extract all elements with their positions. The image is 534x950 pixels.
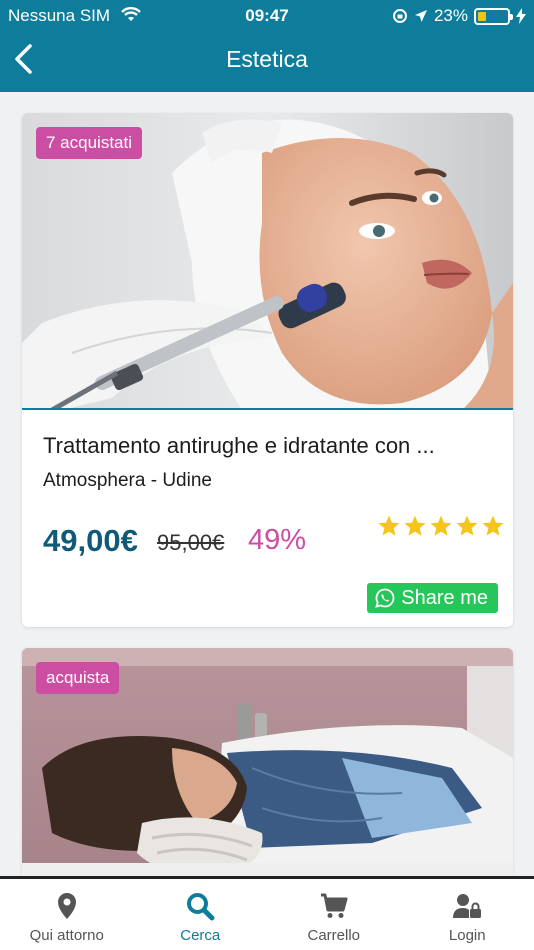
share-label: Share me [401,586,488,609]
bottom-tab-bar: Qui attorno Cerca Carrello Login [0,876,534,950]
star-icon [482,515,504,536]
cart-icon [320,893,348,918]
status-bar: Nessuna SIM 09:47 23% [0,4,534,28]
tab-login[interactable]: Login [401,879,534,950]
star-icon [378,515,400,536]
whatsapp-icon [375,588,395,608]
orientation-lock-icon [392,9,407,23]
deal-image[interactable]: acquista [22,648,513,888]
tab-qui-attorno[interactable]: Qui attorno [0,879,134,950]
deal-merchant: Atmosphera - Udine [43,470,212,491]
tab-carrello[interactable]: Carrello [267,879,401,950]
tab-label: Cerca [180,927,221,944]
deal-old-price: 95,00€ [157,530,225,555]
deal-card[interactable]: 7 acquistati Trattamento antirughe e idr… [22,113,513,627]
user-lock-icon [453,894,482,918]
purchased-count-badge: 7 acquistati [36,127,142,159]
deal-image[interactable]: 7 acquistati [22,113,513,410]
deal-discount: 49% [248,524,307,556]
rating-stars [377,514,505,538]
search-icon [187,893,215,921]
star-icon [404,515,426,536]
buy-badge: acquista [36,662,120,694]
battery-icon [474,7,513,25]
deal-price: 49,00€ [43,523,138,558]
deal-title[interactable]: Trattamento antirughe e idratante con ..… [43,433,435,459]
tab-label: Carrello [307,927,360,944]
tab-label: Login [448,927,486,944]
star-icon [456,515,478,536]
tab-label: Qui attorno [29,927,104,944]
app-header: Nessuna SIM 09:47 23% Estetica [0,0,534,92]
share-whatsapp-button[interactable]: Share me [367,583,498,613]
deal-card[interactable]: acquista [22,648,513,888]
star-icon [430,515,452,536]
tab-cerca[interactable]: Cerca [134,879,268,950]
battery-percent: 23% [433,6,468,25]
location-arrow-icon [414,10,427,22]
charging-bolt-icon [516,8,526,24]
page-title: Estetica [226,46,308,72]
map-pin-icon [57,893,76,919]
